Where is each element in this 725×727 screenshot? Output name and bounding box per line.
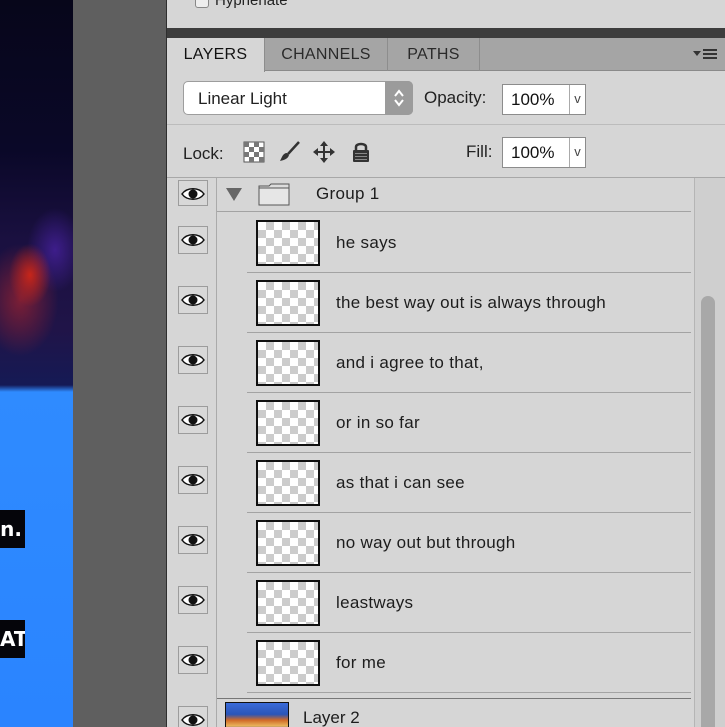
canvas-text-fragment: AT: [0, 620, 25, 658]
folder-icon: [258, 183, 290, 206]
lock-row: Lock: Fill: 100% v: [167, 126, 725, 178]
layer-name: or in so far: [336, 413, 420, 432]
layer-name: the best way out is always through: [336, 293, 607, 312]
layer-thumbnail: [256, 220, 320, 266]
layer-name: he says: [336, 233, 397, 252]
hyphenate-checkbox[interactable]: [195, 0, 209, 8]
visibility-eye-icon[interactable]: [178, 406, 208, 434]
select-arrows-icon[interactable]: [385, 81, 413, 115]
layer-row[interactable]: as that i can see: [247, 453, 691, 513]
panel-tabs: LAYERS CHANNELS PATHS: [167, 38, 725, 72]
layer-row[interactable]: leastways: [247, 573, 691, 633]
layers-scrollbar[interactable]: [694, 178, 725, 727]
visibility-eye-icon[interactable]: [178, 706, 208, 727]
panel-separator: [167, 28, 725, 38]
layer-thumbnail: [256, 340, 320, 386]
layer-thumbnail: [256, 400, 320, 446]
layer-row[interactable]: he says: [247, 213, 691, 273]
fill-dropdown-icon[interactable]: v: [569, 138, 585, 167]
visibility-eye-icon[interactable]: [178, 466, 208, 494]
tab-channels[interactable]: CHANNELS: [265, 38, 388, 71]
lock-transparent-pixels-icon[interactable]: [242, 140, 266, 164]
layer-thumbnail: [256, 280, 320, 326]
layer-row[interactable]: for me: [247, 633, 691, 693]
panel-menu-icon[interactable]: [692, 45, 718, 68]
layer-name: leastways: [336, 593, 414, 612]
fill-input[interactable]: 100% v: [502, 137, 586, 168]
layer-thumbnail: [256, 460, 320, 506]
visibility-eye-icon[interactable]: [178, 646, 208, 674]
document-canvas[interactable]: n. AT: [0, 0, 73, 727]
tab-paths[interactable]: PATHS: [388, 38, 480, 71]
blend-mode-value: Linear Light: [198, 89, 287, 108]
layers-list: Group 1 he says the best way out is alwa…: [167, 178, 725, 727]
layer-name: no way out but through: [336, 533, 516, 552]
layer-row[interactable]: Layer 2: [217, 698, 691, 727]
layer-row[interactable]: the best way out is always through: [247, 273, 691, 333]
visibility-eye-icon[interactable]: [178, 346, 208, 374]
disclosure-triangle-icon[interactable]: [225, 186, 243, 202]
photoshop-window: n. AT Hyphenate LAYERS CHANNELS PATHS Li…: [0, 0, 725, 727]
layer-row[interactable]: or in so far: [247, 393, 691, 453]
canvas-text-fragment: n.: [0, 510, 25, 548]
visibility-eye-icon[interactable]: [178, 180, 208, 206]
visibility-eye-icon[interactable]: [178, 226, 208, 254]
scrollbar-thumb[interactable]: [701, 296, 715, 727]
layer-row[interactable]: no way out but through: [247, 513, 691, 573]
blend-mode-select[interactable]: Linear Light: [183, 81, 413, 115]
canvas-pasteboard: [73, 0, 166, 727]
visibility-eye-icon[interactable]: [178, 586, 208, 614]
character-panel-remnant: Hyphenate: [167, 0, 725, 28]
opacity-value: 100%: [511, 90, 555, 109]
layers-panel: Hyphenate LAYERS CHANNELS PATHS Linear L…: [166, 0, 725, 727]
opacity-dropdown-icon[interactable]: v: [569, 85, 585, 114]
hyphenate-label: Hyphenate: [215, 0, 288, 9]
layer-name: as that i can see: [336, 473, 465, 492]
layer-thumbnail: [256, 640, 320, 686]
lock-label: Lock:: [183, 144, 224, 163]
group-name: Group 1: [316, 184, 380, 203]
move-icon[interactable]: [312, 140, 336, 164]
layer-name: for me: [336, 653, 386, 672]
visibility-column-divider: [216, 178, 217, 727]
layer-row[interactable]: and i agree to that,: [247, 333, 691, 393]
fill-value: 100%: [511, 143, 555, 162]
lock-icon[interactable]: [349, 140, 373, 164]
blend-mode-row: Linear Light Opacity: 100% v: [167, 71, 725, 125]
tab-layers[interactable]: LAYERS: [167, 38, 265, 72]
opacity-input[interactable]: 100% v: [502, 84, 586, 115]
fill-label: Fill:: [466, 142, 493, 161]
layer-name: and i agree to that,: [336, 353, 484, 372]
layer-thumbnail: [225, 702, 289, 727]
layer-thumbnail: [256, 520, 320, 566]
visibility-eye-icon[interactable]: [178, 286, 208, 314]
brush-icon[interactable]: [277, 140, 301, 164]
layer-thumbnail: [256, 580, 320, 626]
layer-group-row[interactable]: Group 1: [217, 178, 691, 212]
layer-name: Layer 2: [303, 708, 360, 727]
opacity-label: Opacity:: [424, 88, 487, 107]
visibility-eye-icon[interactable]: [178, 526, 208, 554]
